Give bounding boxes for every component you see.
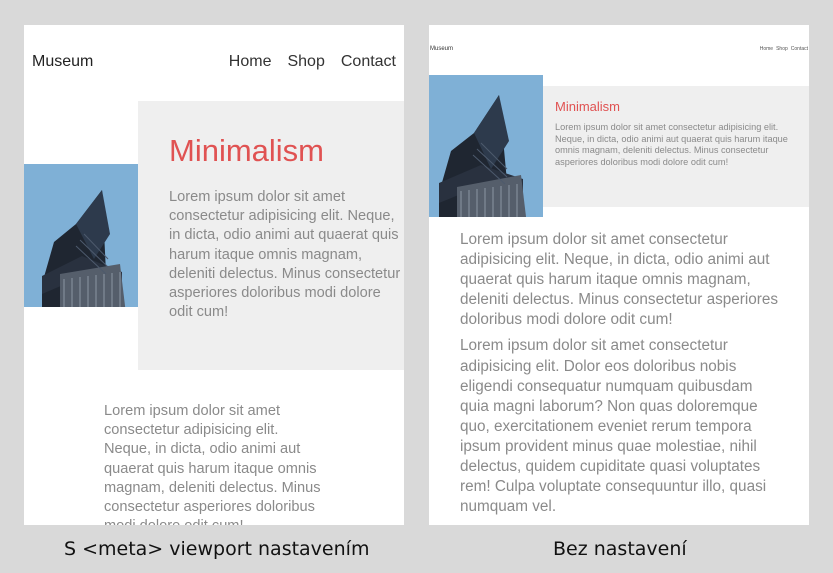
hero-building-image xyxy=(429,75,543,217)
body-paragraph: Lorem ipsum dolor sit amet consectetur a… xyxy=(460,337,767,516)
left-caption: S <meta> viewport nastavením xyxy=(64,538,370,560)
nav-contact-link[interactable]: Contact xyxy=(341,53,396,71)
hero-text: Lorem ipsum dolor sit amet consectetur a… xyxy=(555,122,788,167)
site-logo[interactable]: Museum xyxy=(32,53,93,71)
nav-shop-link[interactable]: Shop xyxy=(287,53,324,71)
body-paragraph: Lorem ipsum dolor sit amet consectetur a… xyxy=(104,403,321,525)
body-paragraph: Lorem ipsum dolor sit amet consectetur a… xyxy=(460,231,779,329)
viewport-meta-preview: Museum Home Shop Contact Minimalism Lore… xyxy=(24,25,404,525)
no-viewport-preview: Museum Home Shop Contact Minimalism Lore… xyxy=(429,25,809,525)
nav-shop-link[interactable]: Shop xyxy=(776,46,788,52)
main-nav: Home Shop Contact xyxy=(229,53,396,71)
hero-title: Minimalism xyxy=(169,133,324,168)
nav-contact-link[interactable]: Contact xyxy=(791,46,808,52)
nav-home-link[interactable]: Home xyxy=(229,53,272,71)
main-nav: Home Shop Contact xyxy=(760,46,808,52)
hero-building-image xyxy=(24,164,138,307)
hero-title: Minimalism xyxy=(555,99,620,114)
body-content: Lorem ipsum dolor sit amet consectetur a… xyxy=(460,230,782,523)
site-logo[interactable]: Museum xyxy=(430,46,453,52)
right-caption: Bez nastavení xyxy=(553,538,687,560)
hero-text: Lorem ipsum dolor sit amet consectetur a… xyxy=(169,189,401,321)
nav-home-link[interactable]: Home xyxy=(760,46,773,52)
